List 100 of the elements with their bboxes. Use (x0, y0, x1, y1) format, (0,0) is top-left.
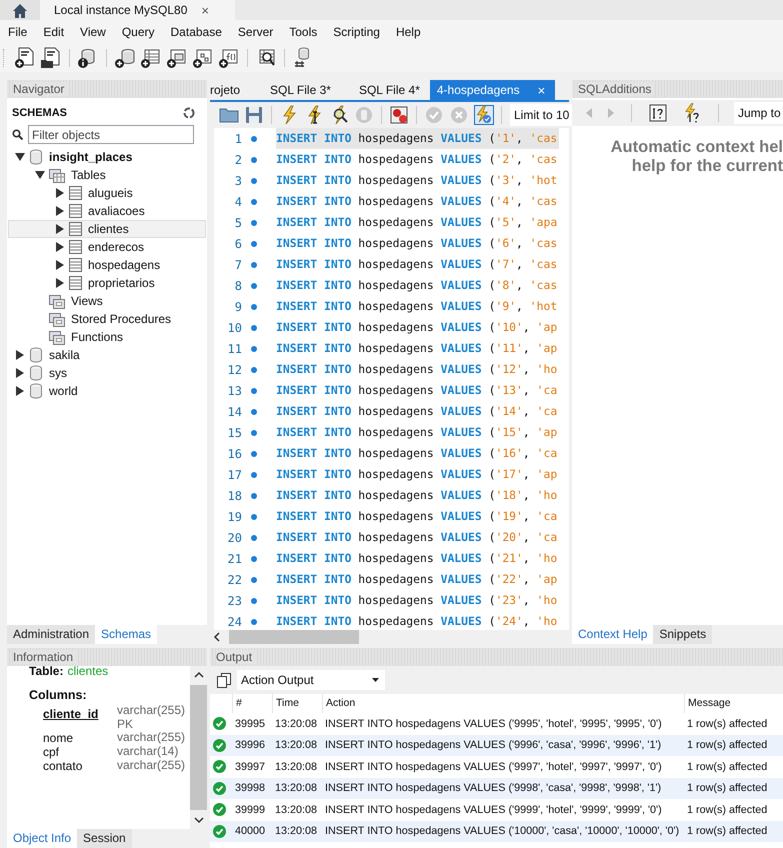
column-header[interactable]: Action (322, 694, 684, 713)
sql-file-folder-icon[interactable] (40, 47, 62, 69)
statement-dot-icon (251, 430, 257, 436)
tree-item[interactable]: proprietarios (8, 274, 206, 292)
code-line: INSERT INTO hospedagens VALUES ('6', 'cas (276, 235, 558, 252)
line-number: 13 (226, 384, 242, 398)
menu-item[interactable]: Tools (284, 25, 322, 39)
table-cell-text: INSERT INTO hospedagens VALUES ('10000', 'casa', '10000', '10000', '0') (324, 825, 680, 838)
tree-label: Functions (71, 330, 124, 344)
panel-tab[interactable]: Session (77, 829, 132, 848)
editor-tab[interactable]: rojeto (210, 80, 252, 100)
tree-label: sakila (49, 348, 80, 362)
view-plus-icon[interactable] (166, 47, 188, 69)
check-icon[interactable] (423, 104, 445, 126)
panel-tab[interactable]: Context Help (572, 625, 654, 644)
scrollbar-thumb[interactable] (229, 630, 359, 644)
table-icon (69, 276, 82, 290)
table-plus-icon[interactable] (140, 47, 162, 69)
save-icon[interactable] (243, 104, 265, 126)
panel-tab[interactable]: Object Info (7, 829, 78, 848)
success-icon (213, 803, 226, 816)
menu-item[interactable]: Help (390, 25, 426, 39)
refresh-icon[interactable] (183, 107, 195, 119)
column-name: cliente_id (43, 707, 100, 723)
menu-item[interactable]: View (75, 25, 111, 39)
tree-item[interactable]: avaliacoes (8, 202, 206, 220)
panel-tab[interactable]: Schemas (95, 625, 158, 644)
copy-icon[interactable] (217, 672, 231, 688)
scrollbar-thumb[interactable] (190, 685, 207, 810)
tree-item[interactable]: Stored Procedures (8, 310, 206, 328)
search-icon (12, 129, 23, 140)
table-cell-text: 1 row(s) affected (686, 739, 768, 752)
statement-dot-icon (251, 618, 257, 624)
table-name: clientes (67, 664, 108, 678)
tree-item[interactable]: alugueis (8, 184, 206, 202)
close-button[interactable]: × (538, 82, 546, 98)
table-cell-text: 13:20:08 (274, 760, 318, 773)
table-cell-text: 1 row(s) affected (686, 782, 768, 794)
table-cell-text: INSERT INTO hospedagens VALUES ('9999', 'hotel', '9999', '9999', '0') (324, 804, 663, 816)
panel-tab[interactable]: Administration (7, 625, 96, 644)
scroll-down-icon[interactable] (194, 816, 204, 824)
tree-item[interactable]: enderecos (8, 238, 206, 256)
statement-dot-icon (251, 556, 257, 562)
statement-dot-icon (251, 514, 257, 520)
function-plus-icon[interactable] (218, 47, 240, 69)
tree-item[interactable]: Views (8, 292, 206, 310)
stop-script-icon[interactable] (388, 104, 410, 126)
close-button[interactable]: × (201, 2, 209, 18)
panel-tab[interactable]: Snippets (653, 625, 712, 644)
editor-tab[interactable]: SQL File 4* (340, 80, 430, 100)
tree-item[interactable]: sakila (8, 346, 206, 364)
editor-tab[interactable]: SQL File 3* (252, 80, 341, 100)
line-number: 23 (226, 594, 242, 608)
help-text: Automatic context hel (610, 138, 783, 157)
tree-item[interactable]: sys (8, 364, 206, 382)
menu-item[interactable]: Scripting (328, 25, 385, 39)
context-help-icon[interactable] (647, 102, 669, 124)
database-icon (29, 383, 43, 399)
table-cell-text: 13:20:08 (274, 804, 318, 816)
menu-item[interactable]: Edit (38, 25, 70, 39)
code-line: INSERT INTO hospedagens VALUES ('10', 'ap (276, 319, 558, 336)
menu-item[interactable]: Server (232, 25, 278, 39)
database-plus-icon[interactable] (114, 47, 136, 69)
scroll-left-icon[interactable] (213, 632, 221, 642)
procedure-plus-icon[interactable] (192, 47, 214, 69)
editor-tab[interactable]: 4-hospedagens × (430, 80, 556, 100)
tree-item[interactable]: insight_places (8, 148, 206, 166)
menu-item[interactable]: Database (166, 25, 227, 39)
tree-label: alugueis (88, 186, 133, 200)
tree-item[interactable]: world (8, 382, 206, 400)
code-line: INSERT INTO hospedagens VALUES ('20', 'ca (276, 529, 558, 546)
jump-to-dropdown[interactable]: Jump to (734, 102, 783, 124)
output-mode-dropdown[interactable]: Action Output (237, 670, 385, 690)
code-line: INSERT INTO hospedagens VALUES ('19', 'ca (276, 508, 558, 525)
limit-dropdown[interactable]: Limit to 10 (510, 104, 574, 126)
statement-dot-icon (251, 156, 257, 162)
menu-item[interactable]: Query (116, 25, 160, 39)
code-line: INSERT INTO hospedagens VALUES ('23', 'ho (276, 592, 558, 609)
toggle-execution-icon[interactable] (473, 104, 495, 126)
home-tab[interactable] (0, 0, 40, 20)
tree-item[interactable]: Functions (8, 328, 206, 346)
tree-label: enderecos (88, 240, 144, 254)
tree-item[interactable]: Tables (8, 166, 206, 184)
column-header[interactable]: # (232, 694, 272, 713)
line-number: 10 (226, 320, 242, 334)
tree-item[interactable]: hospedagens (8, 256, 206, 274)
scroll-up-icon[interactable] (194, 671, 204, 679)
tree-label: Views (71, 294, 103, 308)
success-icon (213, 738, 226, 752)
menu-item[interactable]: File (3, 25, 32, 39)
statement-dot-icon (251, 262, 257, 268)
line-number: 21 (226, 552, 242, 566)
tree-item[interactable]: clientes (8, 220, 206, 238)
sql-file-plus-icon[interactable] (14, 47, 36, 69)
column-header[interactable]: Time (272, 694, 322, 713)
column-type: varchar(255) (117, 704, 186, 718)
column-header[interactable]: Message (684, 694, 783, 713)
filter-field[interactable]: Filter objects (28, 125, 194, 144)
connection-tab[interactable]: Local instance MySQL80 × (40, 0, 235, 20)
statement-dot-icon (251, 492, 257, 498)
